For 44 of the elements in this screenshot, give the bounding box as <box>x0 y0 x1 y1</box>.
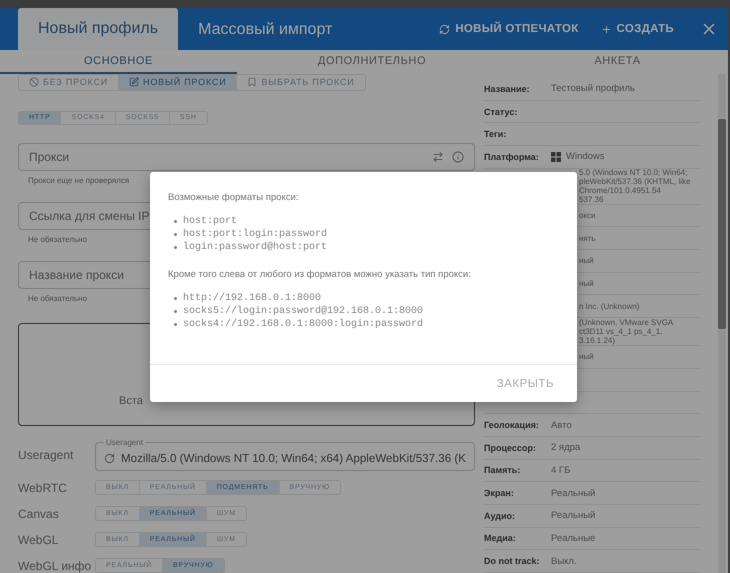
field-value: Реальный <box>551 510 596 522</box>
field-value: ный <box>579 278 594 288</box>
field-label: Название: <box>484 84 530 94</box>
field-label: Do not track: <box>484 556 541 566</box>
dialog-text: Кроме того слева от любого из форматов можно указать тип прокси: <box>168 269 472 280</box>
field-value: окси <box>579 210 596 220</box>
field-label: Экран: <box>484 488 515 498</box>
row-label: Useragent <box>18 448 74 462</box>
field-value: Выкл. <box>551 556 577 567</box>
row-label: WebGL инфо <box>18 558 92 572</box>
format-example: http://192.168.0.1:8000 <box>183 293 322 304</box>
field-label: Медиа: <box>484 533 517 544</box>
helper-text: Не обязательно <box>28 294 88 303</box>
format-example: host:port <box>183 216 238 227</box>
field-value: 2 ядра <box>551 442 580 454</box>
field-value: Реальные <box>551 532 596 544</box>
helper-text: Прокси еще не проверялся <box>28 176 130 185</box>
field-value: (Unknown, VMware SVGA ct3D11 vs_4_1 ps_4_1, 3.16.1.24) <box>579 318 674 346</box>
dialog-text: Возможные форматы прокси: <box>168 192 300 203</box>
helper-text: Не обязательно <box>28 234 88 244</box>
field-label: Аудио: <box>484 510 516 521</box>
field-value: Windows <box>566 151 605 162</box>
field-value: ный <box>579 256 594 266</box>
field-label: Память: <box>484 465 522 476</box>
field-value: 4 ГБ <box>551 464 570 476</box>
format-example: socks4://192.168.0.1:8000:login:password <box>183 319 424 330</box>
field-value: Авто <box>551 420 572 431</box>
format-example: login:password@host:port <box>183 242 328 253</box>
field-value: n Inc. (Unknown) <box>579 302 640 311</box>
field-value: нять <box>579 234 596 243</box>
field-label: Теги: <box>484 129 508 140</box>
field-value: ный <box>579 352 594 362</box>
field-value: Тестовый профиль <box>551 83 635 94</box>
row-label: Canvas <box>18 506 60 520</box>
field-label: Платформа: <box>484 152 540 162</box>
field-value: Реальный <box>551 488 596 499</box>
row-label: WebRTC <box>18 480 68 494</box>
field-value: 5.0 (Windows NT 10.0; Win64; pleWebKit/537.36 (KHTML, like Chrome/101.0.4951.54 537.36 <box>579 168 690 204</box>
field-label: Геолокация: <box>484 420 540 430</box>
field-label: Статус: <box>484 106 518 117</box>
field-label: Процессор: <box>484 442 537 453</box>
format-example: host:port:login:password <box>183 229 328 240</box>
format-example: socks5://login:password@192.168.0.1:8000 <box>183 306 424 317</box>
row-label: WebGL <box>18 532 60 546</box>
